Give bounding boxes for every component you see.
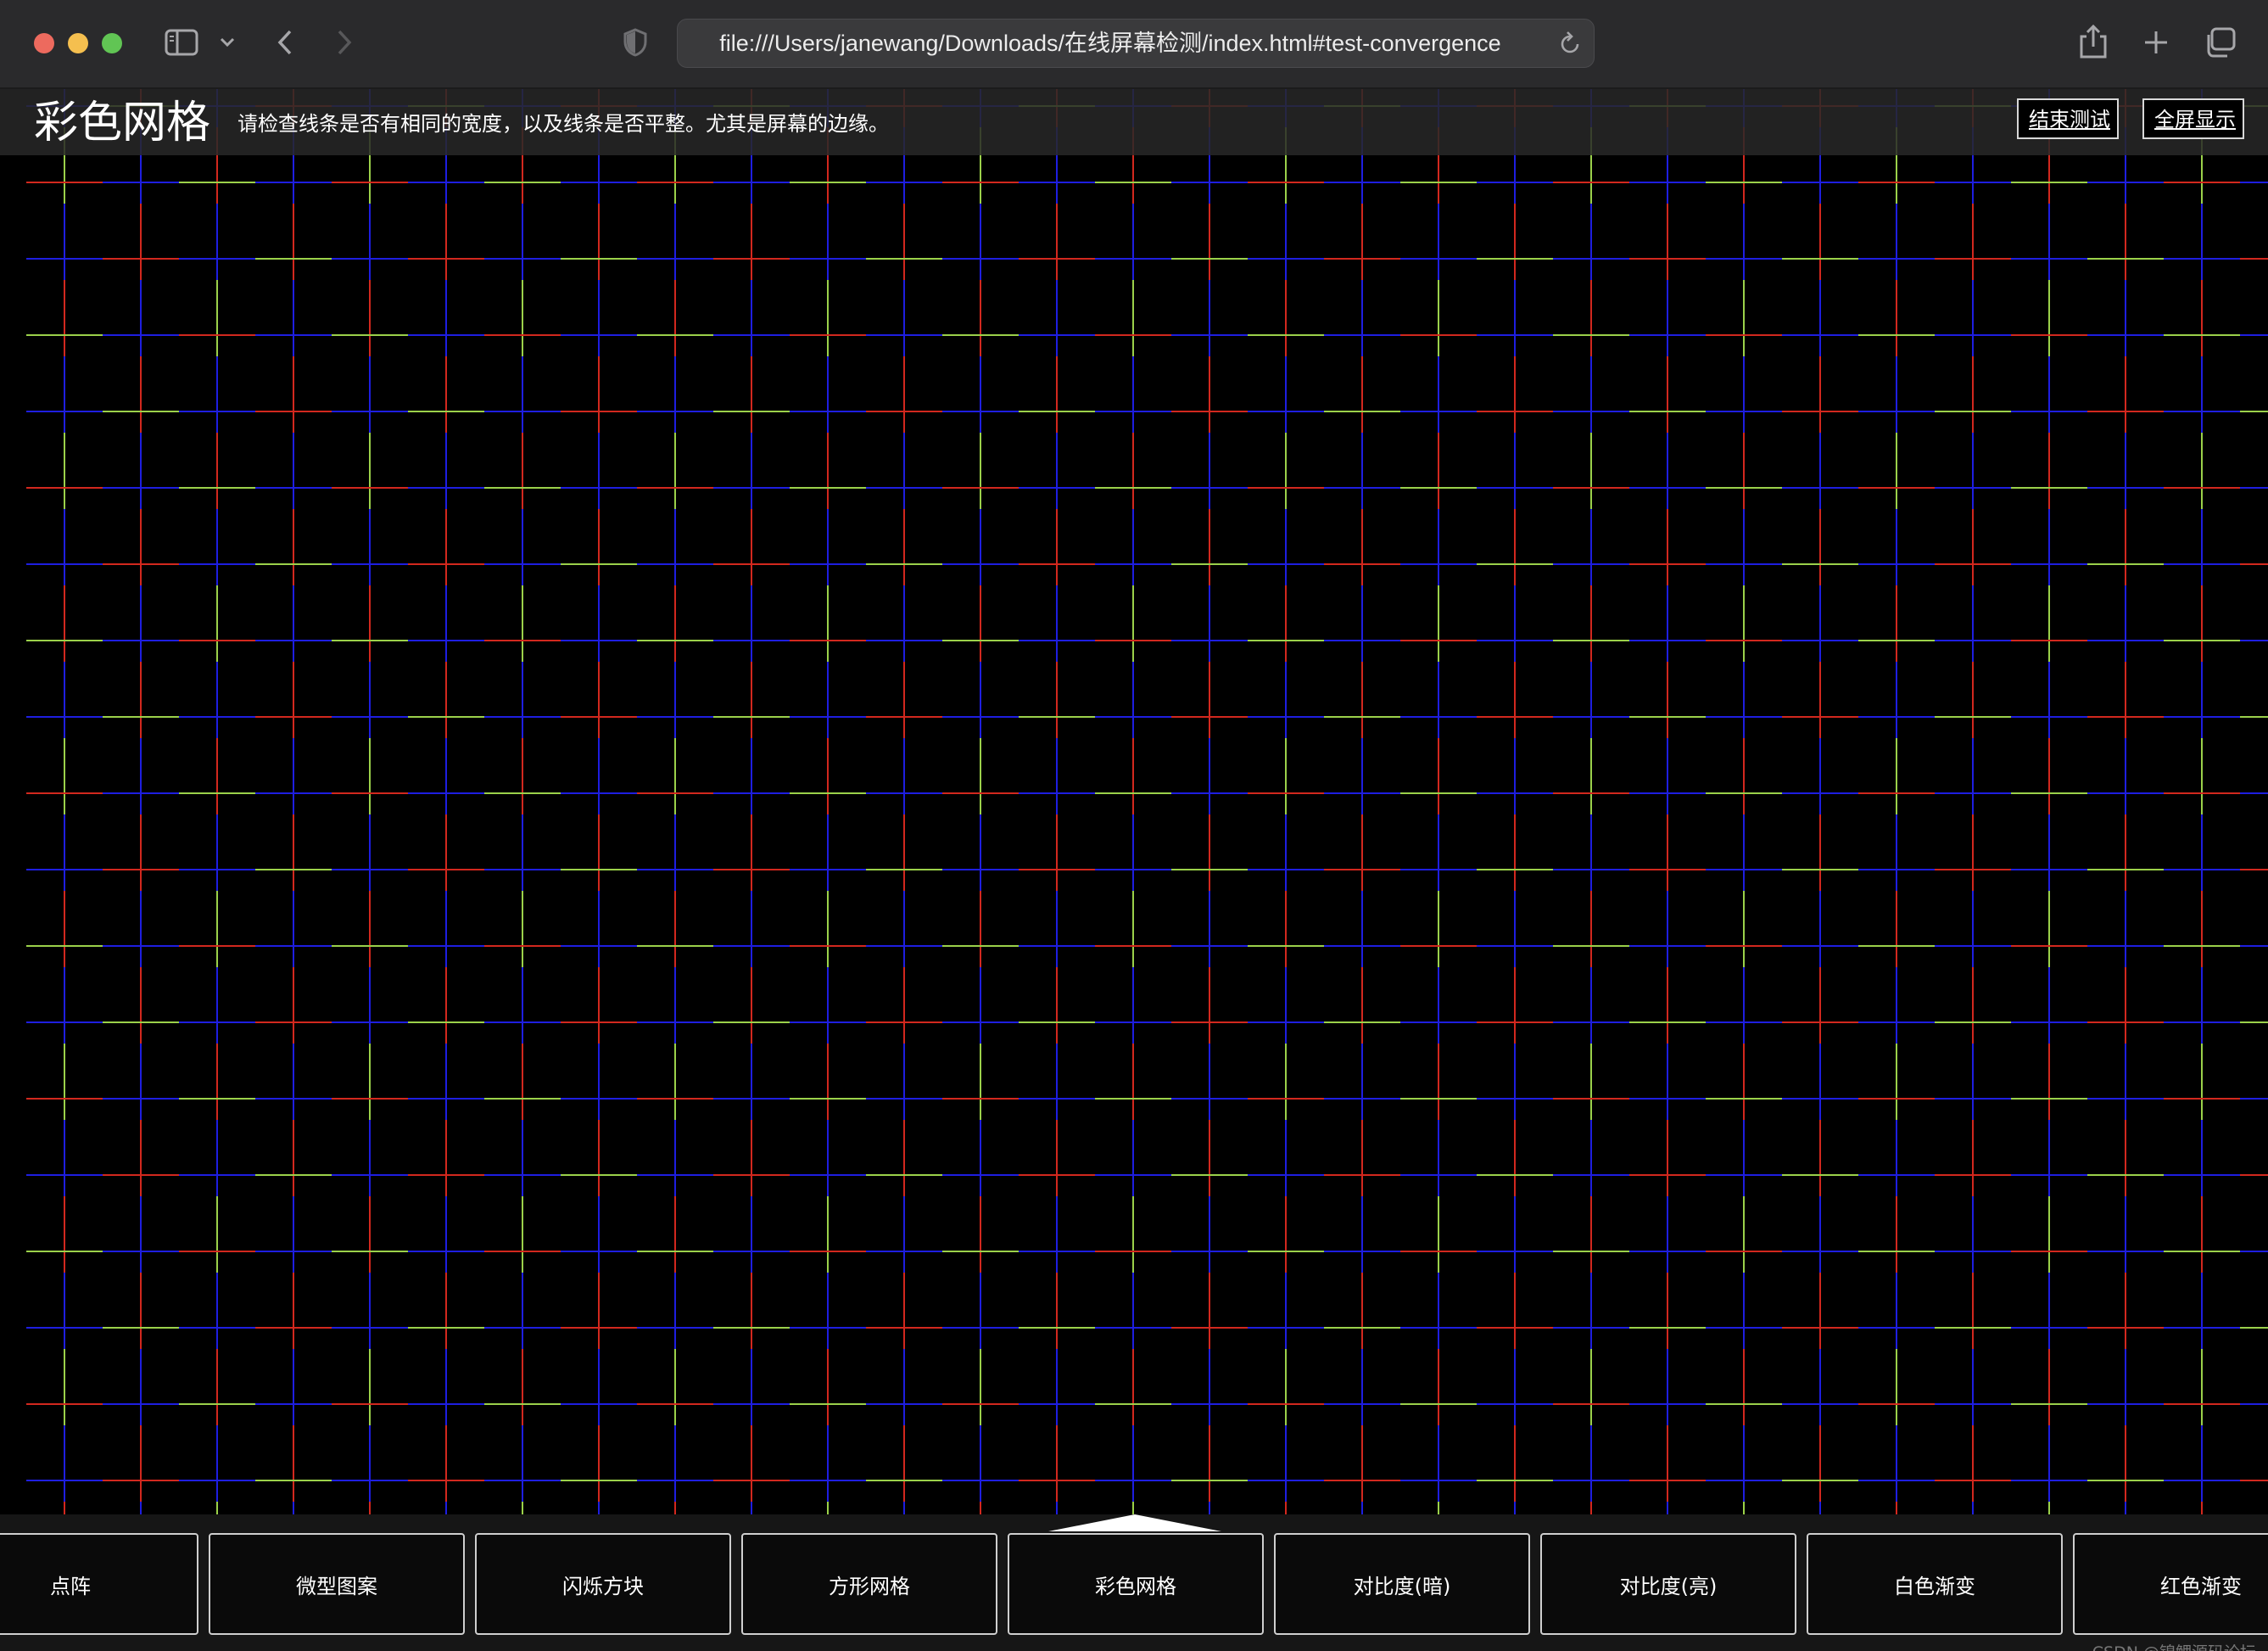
- sidebar-toggle-icon[interactable]: [163, 27, 200, 58]
- address-bar[interactable]: file:///Users/janewang/Downloads/在线屏幕检测/…: [677, 19, 1595, 68]
- page-title: 彩色网格: [34, 98, 211, 148]
- test-menu: 点阵 微型图案 闪烁方块 方形网格 彩色网格 对比度(暗) 对比度(亮) 白色渐…: [0, 1514, 2268, 1651]
- url-text: file:///Users/janewang/Downloads/在线屏幕检测/…: [719, 31, 1501, 56]
- browser-toolbar: file:///Users/janewang/Downloads/在线屏幕检测/…: [0, 0, 2268, 89]
- menu-item-red-gradient[interactable]: 红色渐变: [2073, 1533, 2268, 1635]
- forward-icon[interactable]: [329, 24, 360, 61]
- test-header: 彩色网格 请检查线条是否有相同的宽度，以及线条是否平整。尤其是屏幕的边缘。 结束…: [0, 89, 2268, 155]
- menu-item-contrast-dark[interactable]: 对比度(暗): [1274, 1533, 1530, 1635]
- reload-icon[interactable]: [1556, 30, 1584, 57]
- close-window-button[interactable]: [34, 33, 54, 53]
- selected-indicator: [1048, 1514, 1221, 1531]
- browser-window: file:///Users/janewang/Downloads/在线屏幕检测/…: [0, 0, 2268, 1651]
- menu-item-color-grid[interactable]: 彩色网格: [1008, 1533, 1264, 1635]
- privacy-shield-icon[interactable]: [621, 25, 650, 59]
- share-icon[interactable]: [2076, 22, 2110, 61]
- chevron-down-icon[interactable]: [217, 31, 237, 54]
- watermark: CSDN @锦鲤源码论坛: [2092, 1640, 2256, 1651]
- menu-item-white-gradient[interactable]: 白色渐变: [1807, 1533, 2063, 1635]
- menu-item-micro-pattern[interactable]: 微型图案: [209, 1533, 465, 1635]
- end-test-button[interactable]: 结束测试: [2017, 98, 2119, 139]
- maximize-window-button[interactable]: [102, 33, 122, 53]
- back-icon[interactable]: [270, 24, 300, 61]
- menu-item-flicker-blocks[interactable]: 闪烁方块: [475, 1533, 731, 1635]
- menu-item-square-grid[interactable]: 方形网格: [741, 1533, 997, 1635]
- fullscreen-button[interactable]: 全屏显示: [2142, 98, 2244, 139]
- minimize-window-button[interactable]: [68, 33, 88, 53]
- page-content: 彩色网格 请检查线条是否有相同的宽度，以及线条是否平整。尤其是屏幕的边缘。 结束…: [0, 89, 2268, 1651]
- tab-overview-icon[interactable]: [2202, 25, 2237, 59]
- convergence-grid: [26, 89, 2268, 1651]
- menu-item-contrast-bright[interactable]: 对比度(亮): [1540, 1533, 1796, 1635]
- new-tab-icon[interactable]: [2139, 25, 2173, 59]
- test-instructions: 请检查线条是否有相同的宽度，以及线条是否平整。尤其是屏幕的边缘。: [237, 112, 889, 136]
- menu-item-dot-matrix[interactable]: 点阵: [0, 1533, 198, 1635]
